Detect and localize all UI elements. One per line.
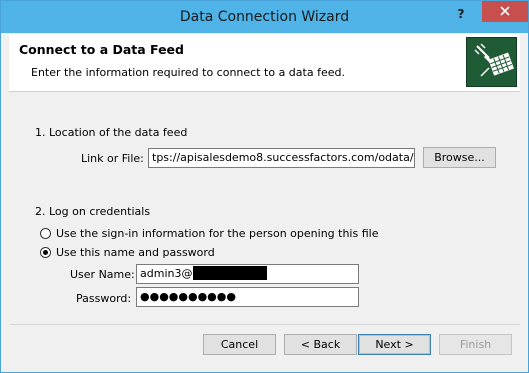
next-button[interactable]: Next > (358, 334, 431, 355)
location-section-label: 1. Location of the data feed (35, 126, 188, 139)
cancel-button[interactable]: Cancel (203, 334, 276, 355)
password-label: Password: (76, 292, 132, 305)
credentials-section-label: 2. Log on credentials (35, 205, 151, 218)
browse-button[interactable]: Browse... (423, 147, 496, 168)
step-description: Enter the information required to connec… (31, 66, 345, 79)
link-or-file-label: Link or File: (81, 152, 144, 165)
title-bar[interactable]: Data Connection Wizard ? (1, 1, 528, 33)
data-feed-icon (466, 37, 517, 87)
back-button[interactable]: < Back (284, 334, 357, 355)
username-value: admin3@ (140, 267, 193, 280)
step-title: Connect to a Data Feed (19, 42, 184, 57)
footer-divider (10, 324, 520, 325)
name-password-radio[interactable] (40, 247, 51, 258)
wizard-window: Data Connection Wizard ? Connect to a Da… (0, 0, 529, 373)
window-title: Data Connection Wizard (179, 9, 350, 25)
close-button[interactable] (482, 1, 528, 22)
help-button[interactable]: ? (451, 5, 471, 23)
signin-info-label: Use the sign-in information for the pers… (56, 227, 379, 240)
close-icon (500, 6, 510, 16)
finish-button[interactable]: Finish (439, 334, 512, 355)
redacted-block (193, 266, 268, 280)
signin-info-radio[interactable] (40, 228, 51, 239)
username-label: User Name: (70, 268, 135, 281)
wizard-header: Connect to a Data Feed Enter the informa… (9, 34, 520, 92)
password-input[interactable]: ●●●●●●●●●● (136, 287, 359, 307)
name-password-label: Use this name and password (56, 246, 215, 259)
username-input[interactable]: admin3@ (136, 264, 359, 284)
link-or-file-input[interactable]: tps://apisalesdemo8.successfactors.com/o… (148, 148, 415, 168)
